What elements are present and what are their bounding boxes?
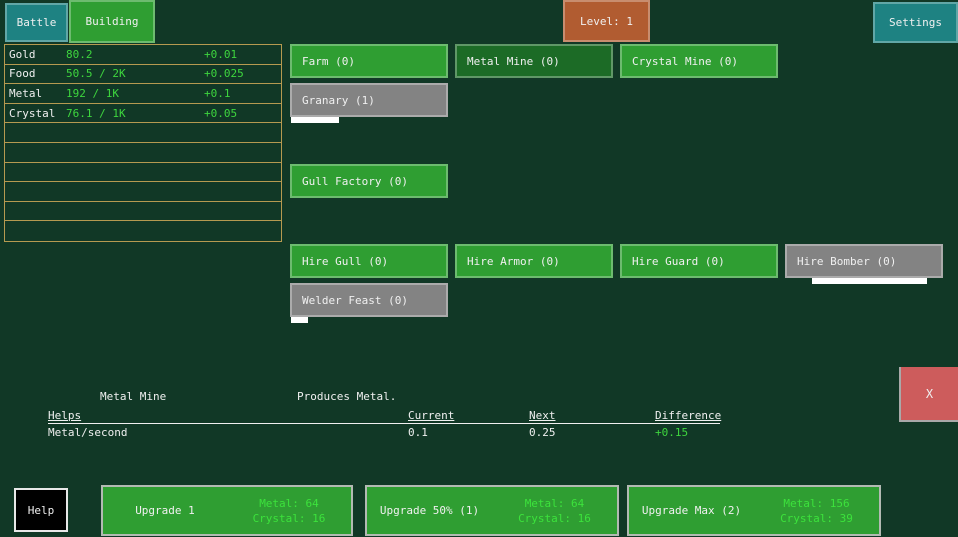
resource-row-empty [5,221,281,241]
tab-building[interactable]: Building [69,0,155,43]
resource-name: Crystal [9,107,66,120]
resource-row-empty [5,163,281,183]
resource-row-empty [5,182,281,202]
info-row-next: 0.25 [529,426,556,439]
hire-bomber-button[interactable]: Hire Bomber (0) [785,244,943,278]
info-row-name: Metal/second [48,426,127,439]
level-badge: Level: 1 [563,0,650,42]
upgrade-costs: Metal: 156 Crystal: 39 [754,497,879,525]
resource-value: 80.2 [66,48,204,61]
resource-name: Gold [9,48,66,61]
info-panel-title: Metal Mine [100,390,166,403]
info-row-current: 0.1 [408,426,428,439]
info-table-divider [48,423,720,424]
upgrade-label: Upgrade Max (2) [629,504,754,517]
crystal-mine-button[interactable]: Crystal Mine (0) [620,44,778,78]
granary-button[interactable]: Granary (1) [290,83,448,117]
resource-row-empty [5,123,281,143]
hire-armor-button[interactable]: Hire Armor (0) [455,244,613,278]
resource-row-gold: Gold 80.2 +0.01 [5,45,281,65]
resource-value: 76.1 / 1K [66,107,204,120]
farm-button[interactable]: Farm (0) [290,44,448,78]
tab-battle[interactable]: Battle [5,3,68,42]
upgrade-cost-metal: Metal: 64 [525,497,585,510]
close-button[interactable]: X [899,367,958,422]
upgrade-1-button[interactable]: Upgrade 1 Metal: 64 Crystal: 16 [101,485,353,536]
info-row-difference: +0.15 [655,426,688,439]
upgrade-label: Upgrade 1 [103,504,227,517]
resource-rate: +0.01 [204,48,281,61]
welder-feast-button[interactable]: Welder Feast (0) [290,283,448,317]
metal-mine-button[interactable]: Metal Mine (0) [455,44,613,78]
upgrade-max-button[interactable]: Upgrade Max (2) Metal: 156 Crystal: 39 [627,485,881,536]
resource-value: 50.5 / 2K [66,67,204,80]
resource-row-empty [5,143,281,163]
welder-feast-progress-bar [291,317,308,323]
hire-bomber-progress-bar [812,278,927,284]
resource-row-metal: Metal 192 / 1K +0.1 [5,84,281,104]
info-header-next: Next [529,409,556,422]
upgrade-cost-crystal: Crystal: 39 [780,512,853,525]
upgrade-cost-metal: Metal: 156 [783,497,849,510]
settings-button[interactable]: Settings [873,2,958,43]
resource-table: Gold 80.2 +0.01 Food 50.5 / 2K +0.025 Me… [4,44,282,242]
info-header-helps: Helps [48,409,81,422]
info-panel-description: Produces Metal. [297,390,396,403]
upgrade-costs: Metal: 64 Crystal: 16 [227,497,351,525]
upgrade-cost-crystal: Crystal: 16 [518,512,591,525]
hire-gull-button[interactable]: Hire Gull (0) [290,244,448,278]
upgrade-cost-metal: Metal: 64 [259,497,319,510]
upgrade-costs: Metal: 64 Crystal: 16 [492,497,617,525]
resource-value: 192 / 1K [66,87,204,100]
info-header-difference: Difference [655,409,721,422]
gull-factory-button[interactable]: Gull Factory (0) [290,164,448,198]
upgrade-50-button[interactable]: Upgrade 50% (1) Metal: 64 Crystal: 16 [365,485,619,536]
upgrade-label: Upgrade 50% (1) [367,504,492,517]
resource-row-empty [5,202,281,222]
resource-name: Metal [9,87,66,100]
resource-row-food: Food 50.5 / 2K +0.025 [5,65,281,85]
resource-rate: +0.1 [204,87,281,100]
granary-progress-bar [291,117,339,123]
game-screen: Battle Building Level: 1 Settings Gold 8… [0,0,958,537]
upgrade-cost-crystal: Crystal: 16 [253,512,326,525]
resource-rate: +0.025 [204,67,281,80]
hire-guard-button[interactable]: Hire Guard (0) [620,244,778,278]
resource-name: Food [9,67,66,80]
resource-rate: +0.05 [204,107,281,120]
help-button[interactable]: Help [14,488,68,532]
resource-row-crystal: Crystal 76.1 / 1K +0.05 [5,104,281,124]
info-header-current: Current [408,409,454,422]
